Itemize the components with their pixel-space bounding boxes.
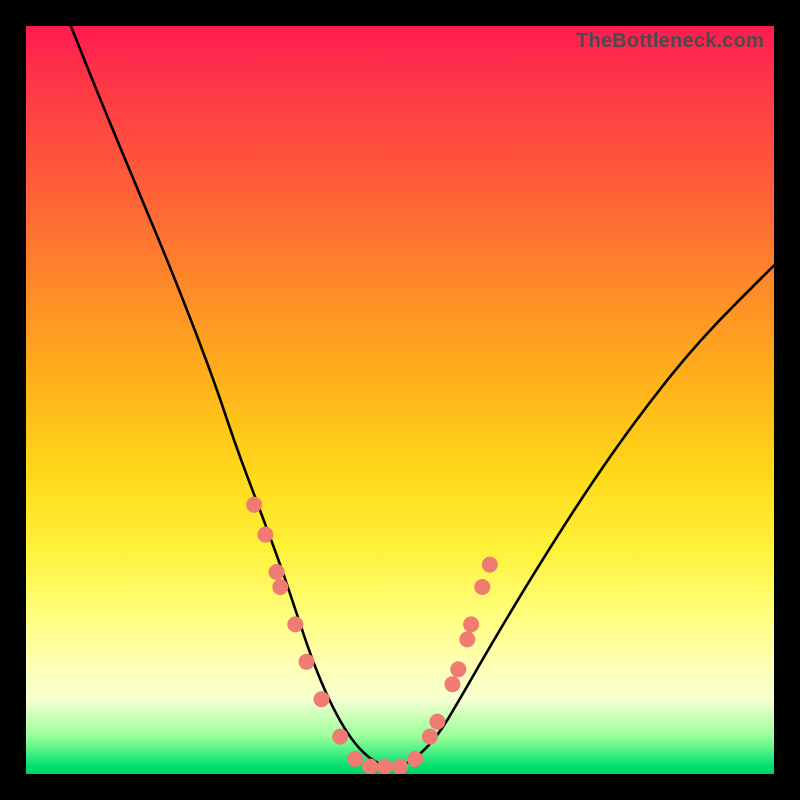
data-marker bbox=[444, 676, 460, 692]
data-marker bbox=[459, 631, 475, 647]
data-marker bbox=[314, 691, 330, 707]
data-marker bbox=[450, 661, 466, 677]
data-marker bbox=[422, 729, 438, 745]
bottleneck-curve bbox=[71, 26, 774, 767]
data-marker bbox=[362, 759, 378, 775]
data-marker bbox=[407, 751, 423, 767]
plot-area: TheBottleneck.com bbox=[26, 26, 774, 774]
data-markers bbox=[246, 497, 498, 774]
data-marker bbox=[392, 759, 408, 775]
data-marker bbox=[299, 654, 315, 670]
data-marker bbox=[482, 557, 498, 573]
data-marker bbox=[246, 497, 262, 513]
data-marker bbox=[287, 616, 303, 632]
data-marker bbox=[429, 714, 445, 730]
curve-svg bbox=[26, 26, 774, 774]
chart-frame: TheBottleneck.com bbox=[0, 0, 800, 800]
data-marker bbox=[257, 527, 273, 543]
data-marker bbox=[463, 616, 479, 632]
data-marker bbox=[332, 729, 348, 745]
data-marker bbox=[269, 564, 285, 580]
data-marker bbox=[272, 579, 288, 595]
data-marker bbox=[347, 751, 363, 767]
data-marker bbox=[377, 759, 393, 775]
data-marker bbox=[474, 579, 490, 595]
